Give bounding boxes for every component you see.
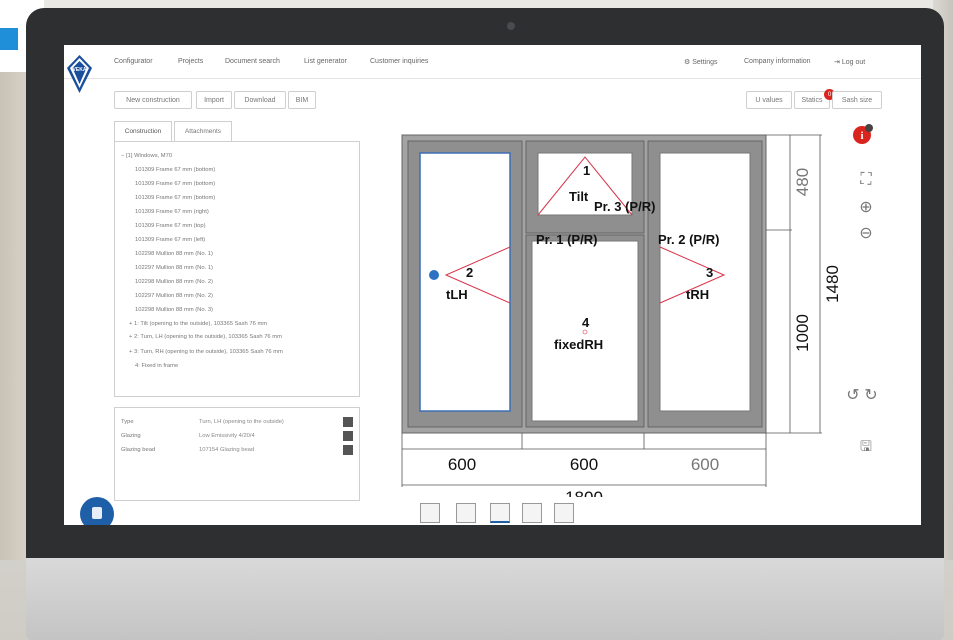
- sash-type-4: fixedRH: [554, 337, 603, 352]
- tree-opening-selected[interactable]: + 2: Turn, LH (opening to the outside), …: [129, 334, 282, 340]
- prop-label-type: Type: [121, 419, 134, 425]
- tree-item[interactable]: 102297 Mullion 88 mm (No. 1): [135, 265, 213, 271]
- glass-left: [419, 152, 511, 412]
- tree-item[interactable]: 102298 Mullion 88 mm (No. 3): [135, 307, 213, 313]
- tree-opening[interactable]: + 1: Tilt (opening to the outside), 1033…: [129, 321, 267, 327]
- handle-dot: [429, 270, 439, 280]
- sash-size-button[interactable]: Sash size: [832, 91, 882, 109]
- tree-item[interactable]: 101309 Frame 67 mm (bottom): [135, 167, 215, 173]
- svg-text:i: i: [860, 130, 863, 142]
- sash-number-1: 1: [583, 163, 590, 178]
- tree-root[interactable]: − [1] Windows, M70: [121, 153, 172, 159]
- tree-opening-label: 1: Tilt (opening to the outside), 103365…: [134, 321, 268, 327]
- settings-link[interactable]: ⚙ Settings: [684, 58, 718, 66]
- tree-item[interactable]: 101309 Frame 67 mm (left): [135, 237, 205, 243]
- zoom-in-icon[interactable]: ⊕: [856, 199, 876, 217]
- view-tool-button[interactable]: [554, 503, 574, 523]
- tree-opening[interactable]: 4: Fixed in frame: [135, 363, 178, 369]
- save-icon[interactable]: 🖫: [856, 437, 876, 455]
- sash-type-3: tRH: [686, 287, 709, 302]
- properties-panel: Type Turn, LH (opening to the outside) G…: [114, 407, 360, 501]
- redo-icon[interactable]: ↻: [862, 387, 880, 405]
- tree-item[interactable]: 101309 Frame 67 mm (bottom): [135, 181, 215, 187]
- dim-total-height[interactable]: 1480: [823, 265, 842, 303]
- sash-type-2: tLH: [446, 287, 468, 302]
- sash-number-2: 2: [466, 265, 473, 280]
- prop-label-glazing-bead: Glazing bead: [121, 447, 156, 453]
- glass-right: [659, 152, 751, 412]
- logout-link[interactable]: ⇥ Log out: [834, 58, 865, 66]
- tree-opening-label: 2: Turn, LH (opening to the outside), 10…: [134, 334, 282, 340]
- sash-number-3: 3: [706, 265, 713, 280]
- prop-value-glazing-bead: 107154 Glazing bead: [199, 447, 255, 453]
- undo-icon[interactable]: ↺: [844, 387, 862, 405]
- brand-name: VEKA: [73, 67, 87, 73]
- monitor-chin: [26, 558, 944, 640]
- prop-edit-button[interactable]: [343, 417, 353, 427]
- veka-logo[interactable]: VEKA: [66, 53, 93, 96]
- prop-edit-button[interactable]: [343, 445, 353, 455]
- camera: [507, 22, 515, 30]
- tree-item[interactable]: 101309 Frame 67 mm (right): [135, 209, 209, 215]
- tree-item[interactable]: 101309 Frame 67 mm (top): [135, 223, 206, 229]
- u-values-button[interactable]: U values: [746, 91, 792, 109]
- tab-attachments[interactable]: Attachments: [174, 121, 232, 141]
- dim-width-1[interactable]: 600: [448, 455, 476, 474]
- zoom-out-icon[interactable]: ⊖: [856, 225, 876, 243]
- dim-width-3[interactable]: 600: [691, 455, 719, 474]
- view-tool-button[interactable]: [522, 503, 542, 523]
- nav-list-generator[interactable]: List generator: [304, 58, 347, 65]
- profile-label-3: Pr. 3 (P/R): [594, 199, 655, 214]
- logout-icon: ⇥: [834, 59, 840, 66]
- bim-button[interactable]: BIM: [288, 91, 316, 109]
- tree-item[interactable]: 101309 Frame 67 mm (bottom): [135, 195, 215, 201]
- nav-customer-inquiries[interactable]: Customer inquiries: [370, 58, 428, 65]
- sash-number-4: 4: [582, 315, 590, 330]
- expand-icon: +: [129, 321, 133, 327]
- top-nav: VEKA Configurator Projects Document sear…: [64, 45, 921, 93]
- glass-center: [531, 240, 639, 422]
- dim-height-bottom[interactable]: 1000: [793, 314, 812, 352]
- profile-label-1: Pr. 1 (P/R): [536, 232, 597, 247]
- view-tool-button[interactable]: [456, 503, 476, 523]
- dim-total-width[interactable]: 1800: [565, 488, 603, 497]
- dim-height-top[interactable]: 480: [793, 168, 812, 196]
- new-construction-button[interactable]: New construction: [114, 91, 192, 109]
- dim-width-2[interactable]: 600: [570, 455, 598, 474]
- prop-label-glazing: Glazing: [121, 433, 141, 439]
- import-button[interactable]: Import: [196, 91, 232, 109]
- download-button[interactable]: Download: [234, 91, 286, 109]
- settings-label: Settings: [692, 59, 718, 66]
- app-screen: VEKA Configurator Projects Document sear…: [64, 45, 921, 525]
- profile-label-2: Pr. 2 (P/R): [658, 232, 719, 247]
- prop-edit-button[interactable]: [343, 431, 353, 441]
- sash-type-1: Tilt: [569, 189, 589, 204]
- nav-document-search[interactable]: Document search: [225, 58, 280, 65]
- tree-item[interactable]: 102298 Mullion 88 mm (No. 2): [135, 279, 213, 285]
- view-tool-button[interactable]: [490, 503, 510, 523]
- tree-root-label: [1] Windows, M70: [126, 153, 173, 159]
- collapse-icon: −: [121, 153, 125, 159]
- logout-label: Log out: [841, 59, 866, 66]
- nav-configurator[interactable]: Configurator: [114, 58, 153, 65]
- chat-button[interactable]: [80, 497, 114, 525]
- construction-tree: − [1] Windows, M70 101309 Frame 67 mm (b…: [114, 141, 360, 397]
- nav-projects[interactable]: Projects: [178, 58, 203, 65]
- window-drawing[interactable]: 2 tLH 1 Tilt 3 tRH 4 fixedRH Pr. 3 (P/R)…: [394, 127, 844, 497]
- gear-icon: ⚙: [684, 59, 691, 66]
- expand-icon: +: [129, 334, 133, 340]
- tab-construction[interactable]: Construction: [114, 121, 172, 141]
- prop-value-glazing: Low Emissivity 4/20/4: [199, 433, 255, 439]
- tree-opening-label: 3: Turn, RH (opening to the outside), 10…: [134, 349, 283, 355]
- info-icon[interactable]: i: [852, 123, 874, 145]
- tree-item[interactable]: 102298 Mullion 88 mm (No. 1): [135, 251, 213, 257]
- tree-item[interactable]: 102297 Mullion 88 mm (No. 2): [135, 293, 213, 299]
- fit-screen-icon[interactable]: ⛶: [856, 171, 876, 189]
- expand-icon: +: [129, 349, 133, 355]
- tree-opening[interactable]: + 3: Turn, RH (opening to the outside), …: [129, 349, 283, 355]
- company-information-link[interactable]: Company information: [744, 58, 811, 65]
- view-tool-button[interactable]: [420, 503, 440, 523]
- prop-value-type: Turn, LH (opening to the outside): [199, 419, 284, 425]
